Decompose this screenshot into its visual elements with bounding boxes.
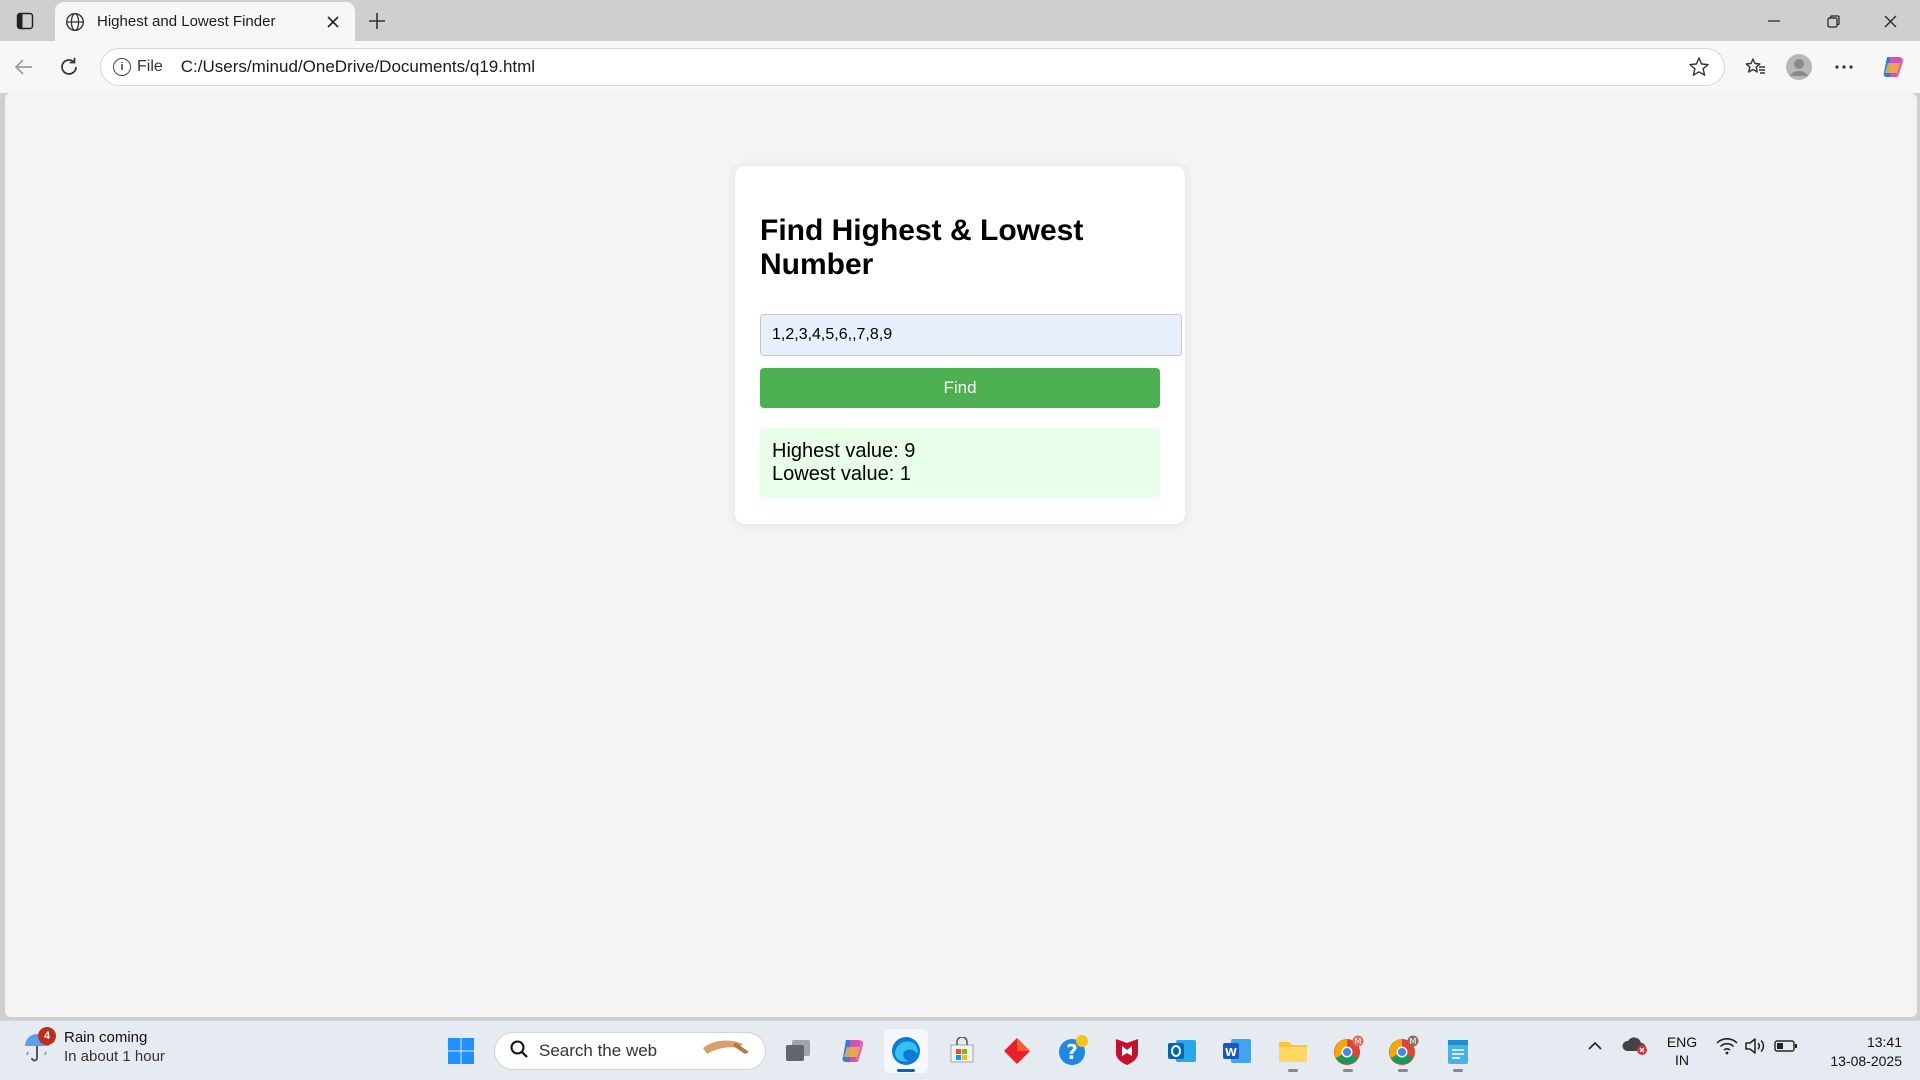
more-options-icon[interactable] bbox=[1828, 51, 1860, 83]
result-box: Highest value: 9 Lowest value: 1 bbox=[760, 428, 1160, 498]
edge-browser-icon[interactable] bbox=[884, 1029, 928, 1073]
help-app-icon[interactable]: ? bbox=[1051, 1029, 1095, 1073]
globe-icon bbox=[65, 12, 85, 32]
weather-badge: 4 bbox=[38, 1027, 56, 1045]
active-tab[interactable]: Highest and Lowest Finder bbox=[55, 2, 355, 41]
wifi-icon[interactable] bbox=[1714, 1031, 1740, 1061]
weather-widget[interactable]: 4 Rain coming In about 1 hour bbox=[22, 1027, 165, 1065]
clock-date: 13-08-2025 bbox=[1830, 1053, 1902, 1069]
lang-code: ENG bbox=[1666, 1034, 1698, 1050]
search-placeholder: Search the web bbox=[539, 1041, 658, 1060]
back-arrow-icon[interactable] bbox=[8, 51, 40, 83]
weather-subtitle: In about 1 hour bbox=[64, 1048, 165, 1065]
microsoft-store-icon[interactable] bbox=[940, 1029, 984, 1073]
url-text[interactable]: C:/Users/minud/OneDrive/Documents/q19.ht… bbox=[181, 57, 1684, 77]
search-highlight-icon bbox=[699, 1034, 753, 1069]
svg-text:M: M bbox=[1355, 1037, 1362, 1046]
site-info-icon[interactable]: i bbox=[113, 58, 131, 76]
word-icon[interactable]: W bbox=[1215, 1029, 1259, 1073]
running-indicator bbox=[1343, 1069, 1353, 1072]
taskbar-search[interactable]: Search the web bbox=[494, 1032, 766, 1070]
svg-text:W: W bbox=[1225, 1046, 1237, 1059]
favorite-star-icon[interactable] bbox=[1684, 52, 1714, 82]
show-hidden-icons-chevron-icon[interactable] bbox=[1583, 1031, 1607, 1061]
battery-icon[interactable] bbox=[1772, 1031, 1800, 1061]
restore-icon[interactable] bbox=[1811, 6, 1855, 36]
onedrive-error-icon[interactable] bbox=[1621, 1031, 1649, 1061]
outlook-icon[interactable] bbox=[1160, 1029, 1204, 1073]
page-title: Find Highest & Lowest Number bbox=[760, 214, 1084, 281]
taskbar-clock[interactable]: 13:41 13-08-2025 bbox=[1810, 1033, 1902, 1071]
volume-icon[interactable] bbox=[1742, 1031, 1768, 1061]
address-bar[interactable]: i File C:/Users/minud/OneDrive/Documents… bbox=[100, 48, 1725, 86]
search-icon bbox=[509, 1039, 529, 1064]
mcafee-shield-icon[interactable] bbox=[1105, 1029, 1149, 1073]
red-diamond-app-icon[interactable] bbox=[995, 1029, 1039, 1073]
finder-card: Find Highest & Lowest Number Find Highes… bbox=[735, 166, 1185, 524]
clock-time: 13:41 bbox=[1866, 1034, 1902, 1050]
running-indicator bbox=[1398, 1069, 1408, 1072]
weather-title: Rain coming bbox=[64, 1029, 148, 1046]
input-language[interactable]: ENG IN bbox=[1662, 1033, 1702, 1069]
close-window-icon[interactable] bbox=[1868, 6, 1912, 36]
task-view-icon[interactable] bbox=[776, 1029, 820, 1073]
lang-region: IN bbox=[1675, 1052, 1689, 1068]
tab-actions-icon[interactable] bbox=[10, 6, 40, 36]
browser-titlebar: Highest and Lowest Finder bbox=[0, 0, 1920, 41]
chrome-profile-1-icon[interactable]: M bbox=[1326, 1029, 1370, 1073]
tab-title: Highest and Lowest Finder bbox=[97, 13, 276, 30]
running-indicator bbox=[1288, 1069, 1298, 1072]
scheme-label: File bbox=[137, 58, 163, 75]
browser-toolbar: i File C:/Users/minud/OneDrive/Documents… bbox=[0, 41, 1920, 93]
active-indicator bbox=[897, 1069, 915, 1072]
chrome-profile-2-icon[interactable]: M bbox=[1381, 1029, 1425, 1073]
file-explorer-icon[interactable] bbox=[1271, 1029, 1315, 1073]
lowest-result: Lowest value: 1 bbox=[772, 463, 911, 485]
start-windows-icon[interactable] bbox=[439, 1029, 483, 1073]
numbers-input[interactable] bbox=[760, 314, 1182, 356]
copilot-app-icon[interactable] bbox=[831, 1029, 875, 1073]
new-tab-button[interactable] bbox=[362, 6, 392, 36]
profile-avatar-icon[interactable] bbox=[1783, 51, 1815, 83]
favorites-icon[interactable] bbox=[1739, 51, 1771, 83]
copilot-icon[interactable] bbox=[1877, 51, 1909, 83]
taskbar: 4 Rain coming In about 1 hour Search the… bbox=[0, 1020, 1920, 1080]
close-tab-icon[interactable] bbox=[321, 10, 345, 34]
reload-icon[interactable] bbox=[53, 51, 85, 83]
highest-result: Highest value: 9 bbox=[772, 440, 916, 462]
running-indicator bbox=[1453, 1069, 1463, 1072]
page-viewport: Find Highest & Lowest Number Find Highes… bbox=[5, 93, 1917, 1017]
notepad-icon[interactable] bbox=[1436, 1029, 1480, 1073]
find-button[interactable]: Find bbox=[760, 368, 1160, 408]
svg-text:?: ? bbox=[1066, 1040, 1078, 1064]
rain-umbrella-icon: 4 bbox=[22, 1027, 56, 1064]
minimize-icon[interactable] bbox=[1752, 6, 1796, 36]
svg-text:M: M bbox=[1410, 1037, 1417, 1046]
